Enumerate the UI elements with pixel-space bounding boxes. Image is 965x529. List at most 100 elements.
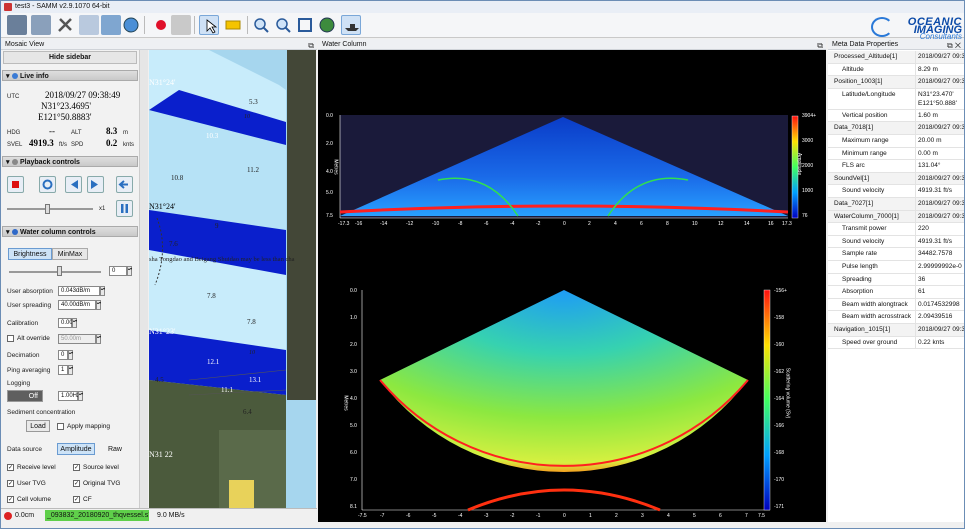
meta-group-row[interactable]: Navigation_1015[1] 2018/09/27 09:3 <box>828 324 964 337</box>
decimation-field[interactable]: 0 <box>58 350 68 360</box>
meta-property-row[interactable]: Latitude/Longitude N31°23.470' E121°50.88… <box>828 88 964 110</box>
user-spreading-stepper[interactable]: ▴▾ <box>96 300 101 310</box>
record-tools-icon[interactable] <box>7 15 27 35</box>
sidebar-scrollbar[interactable] <box>139 50 148 508</box>
playback-speed-slider[interactable] <box>7 208 93 210</box>
meta-property-row[interactable]: Pulse length 2.99999992e-0 <box>828 261 964 274</box>
vessel-icon[interactable] <box>341 15 361 35</box>
meta-key: Pulse length <box>842 263 878 270</box>
raw-button[interactable]: Raw <box>103 443 127 455</box>
export-icon[interactable] <box>31 15 51 35</box>
water-column-controls-header[interactable]: ▾ Water column controls <box>2 226 138 237</box>
meta-value: 34482.7578 <box>915 248 964 261</box>
meta-property-row[interactable]: Sample rate 34482.7578 <box>828 248 964 261</box>
fast-forward-button[interactable] <box>87 176 104 193</box>
meta-group-row[interactable]: Processed_Altitude[1] 2018/09/27 09:3 <box>828 51 964 64</box>
meta-property-row[interactable]: Spreading 36 <box>828 273 964 287</box>
meta-property-row[interactable]: Maximum range 20.00 m <box>828 135 964 148</box>
brightness-stepper[interactable]: ▴▾ <box>127 266 132 276</box>
playback-slider-handle[interactable] <box>45 204 50 214</box>
back-button[interactable] <box>116 176 133 193</box>
meta-property-row[interactable]: Altitude 8.29 m <box>828 63 964 77</box>
playback-controls-header[interactable]: ▾ Playback controls <box>2 156 138 167</box>
alt-override-stepper[interactable]: ▴▾ <box>96 334 101 344</box>
logging-rate-field[interactable]: 1.00Hz <box>58 391 80 401</box>
meta-value: 4919.31 ft/s <box>915 235 964 249</box>
meta-key: Latitude/Longitude <box>842 90 896 98</box>
mosaic-view-header: Mosaic View ⧉ <box>1 39 317 50</box>
hide-sidebar-button[interactable]: Hide sidebar <box>3 51 137 64</box>
zoom-out-icon[interactable] <box>273 15 293 35</box>
user-tvg-checkbox[interactable]: ✓ User TVG <box>7 479 46 488</box>
meta-group-row[interactable]: WaterColumn_7000[1] 2018/09/27 09:3 <box>828 210 964 224</box>
meta-group-row[interactable]: SoundVel[1] 2018/09/27 09:3 <box>828 172 964 186</box>
meta-group-row[interactable]: Position_1003[1] 2018/09/27 09:3 <box>828 76 964 89</box>
alt-override-field[interactable]: 50.00m <box>58 334 96 344</box>
live-info-header[interactable]: ▾ Live info <box>2 70 138 81</box>
meta-group-row[interactable]: Data_7018[1] 2018/09/27 09:3 <box>828 122 964 135</box>
cell-volume-checkbox[interactable]: ✓ Cell volume <box>7 495 51 504</box>
original-tvg-checkbox[interactable]: ✓ Original TVG <box>73 479 120 488</box>
layers-icon[interactable] <box>101 15 121 35</box>
zoom-in-icon[interactable] <box>251 15 271 35</box>
apply-mapping-checkbox[interactable]: Apply mapping <box>57 422 110 431</box>
rewind-button[interactable] <box>65 176 82 193</box>
brightness-input[interactable]: 0 <box>109 266 127 276</box>
settings-tools-icon[interactable] <box>55 15 75 35</box>
mosaic-map[interactable]: N31°24' N31°24' N31°23' N31 22 5.3 10 10… <box>149 50 316 508</box>
meta-group-row[interactable]: Data_7027[1] 2018/09/27 09:3 <box>828 198 964 211</box>
meta-property-row[interactable]: Absorption 61 <box>828 286 964 299</box>
stop-sonar-icon[interactable] <box>171 15 191 35</box>
collapse-arrow-icon: ▾ <box>6 159 10 166</box>
user-spreading-field[interactable]: 40.00dB/m <box>58 300 96 310</box>
ping-averaging-field[interactable]: 1 <box>58 365 68 375</box>
amplitude-button[interactable]: Amplitude <box>57 443 95 455</box>
window-layout-icon[interactable] <box>79 15 99 35</box>
globe-icon[interactable] <box>121 15 141 35</box>
meta-data-panel: Processed_Altitude[1] 2018/09/27 09:3 Alti… <box>828 50 964 522</box>
brightness-slider[interactable] <box>9 271 101 273</box>
meta-property-row[interactable]: Speed over ground 0.22 knts <box>828 336 964 350</box>
meta-property-row[interactable]: Transmit power 220 <box>828 223 964 236</box>
meta-key: Processed_Altitude[1] <box>834 53 898 60</box>
meta-property-row[interactable]: Sound velocity 4919.31 ft/s <box>828 185 964 198</box>
decimation-stepper[interactable]: ▴▾ <box>68 350 73 360</box>
water-column-view[interactable]: Metres Amplitude 3904+ 3000 2000 1000 76… <box>318 50 826 522</box>
meta-value: 2018/09/27 09:3 <box>915 122 964 135</box>
meta-value: 2.99999992e-0 <box>915 261 964 274</box>
meta-property-row[interactable]: Beam width acrosstrack 2.09439516 <box>828 311 964 324</box>
meta-property-row[interactable]: Vertical position 1.60 m <box>828 109 964 123</box>
calibration-field[interactable]: 0.00 <box>58 318 73 328</box>
alt-override-checkbox[interactable]: Alt override <box>7 334 50 343</box>
world-map-icon[interactable] <box>317 15 337 35</box>
ruler-icon[interactable] <box>223 15 243 35</box>
tab-minmax[interactable]: MinMax <box>52 248 88 260</box>
brightness-slider-handle[interactable] <box>57 266 62 276</box>
zoom-extent-icon[interactable] <box>295 15 315 35</box>
meta-value: 0.22 knts <box>915 336 964 350</box>
samm-window: test3 - SAMM v2.9.1070 64-bit OCEANIC IM… <box>0 0 965 529</box>
user-absorption-stepper[interactable]: ▴▾ <box>100 286 105 296</box>
record-button-icon[interactable] <box>151 15 171 35</box>
meta-property-row[interactable]: Beam width alongtrack 0.0174532998 <box>828 298 964 312</box>
ping-averaging-stepper[interactable]: ▴▾ <box>68 365 73 375</box>
meta-property-row[interactable]: Minimum range 0.00 m <box>828 147 964 161</box>
pause-button[interactable] <box>116 200 133 217</box>
loop-button[interactable] <box>39 176 56 193</box>
calibration-stepper[interactable]: ▴▾ <box>72 318 77 328</box>
meta-key: SoundVel[1] <box>834 174 870 182</box>
stop-button[interactable] <box>7 176 24 193</box>
meta-property-row[interactable]: FLS arc 131.04° <box>828 160 964 173</box>
source-level-checkbox[interactable]: ✓ Source level <box>73 463 119 472</box>
meta-property-row[interactable]: Sound velocity 4919.31 ft/s <box>828 235 964 249</box>
cf-checkbox[interactable]: ✓ CF <box>73 495 92 504</box>
logging-rate-stepper[interactable]: ▴▾ <box>78 391 83 401</box>
user-absorption-field[interactable]: 0.043dB/m <box>58 286 100 296</box>
meta-key: WaterColumn_7000[1] <box>834 212 899 220</box>
error-icon <box>4 512 12 520</box>
pointer-tool-icon[interactable] <box>199 15 219 35</box>
logging-toggle[interactable]: Off <box>7 390 43 402</box>
receive-level-checkbox[interactable]: ✓ Receive level <box>7 463 56 472</box>
tab-brightness[interactable]: Brightness <box>8 248 52 260</box>
load-button[interactable]: Load <box>26 420 50 432</box>
